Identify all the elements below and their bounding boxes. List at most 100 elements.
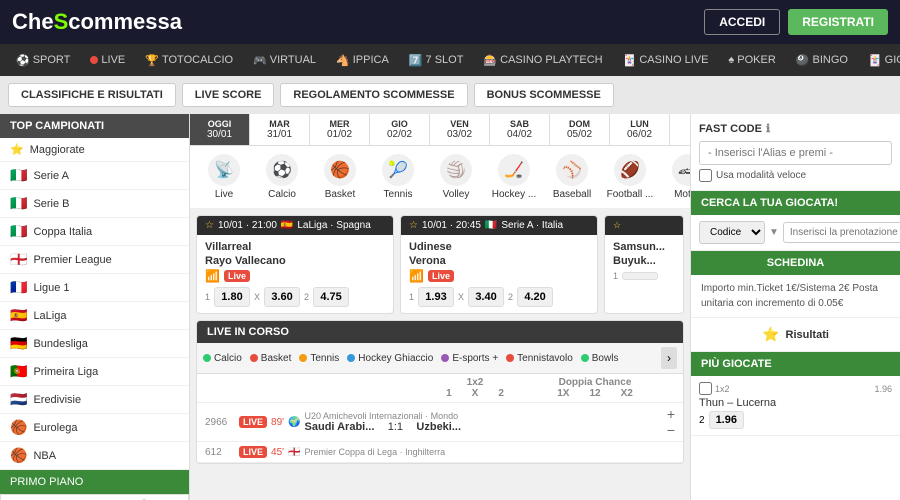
- live-tab-esports[interactable]: E-sports +: [441, 353, 498, 364]
- league-flag-icon: 🇮🇹: [485, 220, 497, 231]
- nav-bingo[interactable]: 🎱 BINGO: [788, 50, 856, 71]
- date-tab-oggi[interactable]: OGGI 30/01: [190, 114, 250, 145]
- sidebar-item-bundesliga[interactable]: 🇩🇪 Bundesliga: [0, 330, 189, 358]
- registrati-button[interactable]: REGISTRATI: [788, 9, 888, 35]
- fast-code-input[interactable]: [699, 141, 892, 165]
- accedi-button[interactable]: ACCEDI: [704, 9, 780, 35]
- nav-live[interactable]: LIVE: [82, 50, 133, 70]
- sport-football[interactable]: 🏈 Football ...: [604, 154, 656, 200]
- sidebar-item-serie-b[interactable]: 🇮🇹 Serie B: [0, 190, 189, 218]
- sidebar-item-serie-a[interactable]: 🇮🇹 Serie A: [0, 162, 189, 190]
- nav-casino-playtech[interactable]: 🎰 CASINO PLAYTECH: [475, 50, 610, 71]
- sidebar-item-nba[interactable]: 🏀 NBA: [0, 442, 189, 470]
- nav-poker[interactable]: ♠ POKER: [720, 50, 783, 70]
- piu-odd-button[interactable]: 1.96: [709, 411, 744, 429]
- nav-slot[interactable]: 7️⃣ 7 SLOT: [401, 50, 472, 71]
- nav-sport[interactable]: ⚽ SPORT: [8, 50, 78, 71]
- sidebar-item-primeira[interactable]: 🇵🇹 Primeira Liga: [0, 358, 189, 386]
- match-expand[interactable]: + −: [667, 407, 675, 437]
- piu-odd-value: 1.96: [874, 384, 892, 394]
- date-tab-dom[interactable]: DOM 05/02: [550, 114, 610, 145]
- header-1x2: 1x2 1 X 2: [415, 377, 535, 399]
- live-tab-calcio[interactable]: Calcio: [203, 353, 242, 364]
- sidebar-item-label: LaLiga: [33, 310, 66, 322]
- sidebar-item-maggiorate[interactable]: ⭐ Maggiorate: [0, 138, 189, 162]
- sidebar-item-laliga[interactable]: 🇪🇸 LaLiga: [0, 302, 189, 330]
- piu-col-header: 1x2: [715, 384, 730, 394]
- live-tab-basket[interactable]: Basket: [250, 353, 292, 364]
- header-doppia-chance: Doppia Chance 1X 12 X2: [535, 377, 655, 399]
- sport-volley[interactable]: 🏐 Volley: [430, 154, 482, 200]
- plus-icon[interactable]: +: [667, 407, 675, 421]
- sidebar-primo-piano[interactable]: PRIMO PIANO: [0, 470, 189, 494]
- match-league: LaLiga · Spagna: [297, 220, 370, 231]
- cerca-input[interactable]: [783, 222, 900, 243]
- nav-ippica[interactable]: 🐴 IPPICA: [328, 50, 397, 71]
- piu-checkbox[interactable]: [699, 382, 712, 395]
- nav-totocalcio[interactable]: 🏆 TOTOCALCIO: [137, 50, 241, 71]
- date-tab-sab[interactable]: SAB 04/02: [490, 114, 550, 145]
- nav-virtual[interactable]: 🎮 VIRTUAL: [245, 50, 324, 71]
- odd-button-1[interactable]: 1.93: [418, 287, 454, 307]
- date-tab-mer[interactable]: MER 01/02: [310, 114, 370, 145]
- sidebar-item-eredivisie[interactable]: 🇳🇱 Eredivisie: [0, 386, 189, 414]
- match-id: 612: [205, 447, 235, 458]
- live-score-button[interactable]: LIVE SCORE: [182, 83, 275, 107]
- minus-icon[interactable]: −: [667, 423, 675, 437]
- date-tab-gio[interactable]: GIO 02/02: [370, 114, 430, 145]
- sidebar-search[interactable]: 🔍: [0, 494, 189, 500]
- odd-label-1: 1: [613, 271, 618, 281]
- odd-button-x[interactable]: 3.60: [264, 287, 300, 307]
- date-tab-lun[interactable]: LUN 06/02: [610, 114, 670, 145]
- team2-name: Rayo Vallecano: [205, 255, 385, 267]
- fast-code-title: FAST CODE ℹ: [699, 122, 892, 135]
- nba-icon: 🏀: [10, 447, 27, 464]
- odd-label-2: 2: [304, 292, 309, 302]
- live-tab-hockey[interactable]: Hockey Ghiaccio: [347, 353, 433, 364]
- sport-calcio-label: Calcio: [268, 189, 296, 200]
- odd-label-x: X: [254, 292, 260, 302]
- live-tab-bowls[interactable]: Bowls: [581, 353, 619, 364]
- classifiche-button[interactable]: CLASSIFICHE E RISULTATI: [8, 83, 176, 107]
- star-icon: ☆: [409, 220, 418, 231]
- fast-code-checkbox[interactable]: [699, 169, 712, 182]
- sport-calcio[interactable]: ⚽ Calcio: [256, 154, 308, 200]
- odd-button-x[interactable]: 3.40: [468, 287, 504, 307]
- live-signal-icon: 📶: [205, 269, 220, 283]
- live-tab-label: Calcio: [214, 353, 242, 364]
- sport-live[interactable]: 📡 Live: [198, 154, 250, 200]
- france-flag-icon: 🇫🇷: [10, 279, 27, 296]
- odd-button-1[interactable]: [622, 272, 658, 280]
- risultati-button[interactable]: ⭐ Risultati: [691, 318, 900, 352]
- date-tab-mar[interactable]: MAR 31/01: [250, 114, 310, 145]
- live-tabs-next[interactable]: ›: [661, 347, 677, 369]
- sidebar-item-coppa-italia[interactable]: 🇮🇹 Coppa Italia: [0, 218, 189, 246]
- live-tab-tennis[interactable]: Tennis: [299, 353, 339, 364]
- sport-baseball[interactable]: ⚾ Baseball: [546, 154, 598, 200]
- cerca-select[interactable]: Codice: [699, 221, 765, 244]
- match-score: 1:1: [380, 421, 410, 433]
- nav-giochi-carte[interactable]: 🃏 GIOCHI DI CARTE: [860, 50, 900, 71]
- odd-button-2[interactable]: 4.20: [517, 287, 553, 307]
- odd-button-2[interactable]: 4.75: [313, 287, 349, 307]
- odds-row: 1 1.93 X 3.40 2 4.20: [409, 287, 589, 307]
- bonus-button[interactable]: BONUS SCOMMESSE: [474, 83, 614, 107]
- header-match: [205, 377, 415, 399]
- odd-button-1[interactable]: 1.80: [214, 287, 250, 307]
- live-sport-tabs: Calcio Basket Tennis Hockey Ghiaccio E-s…: [197, 343, 683, 374]
- date-tab-ven[interactable]: VEN 03/02: [430, 114, 490, 145]
- sidebar-item-label: Bundesliga: [33, 338, 87, 350]
- sport-motori[interactable]: 🏎 Motori: [662, 154, 690, 200]
- live-tab-tennistavolo[interactable]: Tennistavolo: [506, 353, 573, 364]
- sidebar-item-premier[interactable]: 🏴󠁧󠁢󠁥󠁮󠁧󠁿 Premier League: [0, 246, 189, 274]
- spain-flag-icon: 🇪🇸: [10, 307, 27, 324]
- regolamento-button[interactable]: REGOLAMENTO SCOMMESSE: [280, 83, 467, 107]
- date-tab-day: OGGI: [200, 119, 239, 129]
- sport-hockey[interactable]: 🏒 Hockey ...: [488, 154, 540, 200]
- piu-odds: 2 1.96: [699, 411, 892, 429]
- sidebar-item-eurolega[interactable]: 🏀 Eurolega: [0, 414, 189, 442]
- sidebar-item-ligue1[interactable]: 🇫🇷 Ligue 1: [0, 274, 189, 302]
- nav-casino-live[interactable]: 🃏 CASINO LIVE: [615, 50, 717, 71]
- sport-tennis[interactable]: 🎾 Tennis: [372, 154, 424, 200]
- sport-basket[interactable]: 🏀 Basket: [314, 154, 366, 200]
